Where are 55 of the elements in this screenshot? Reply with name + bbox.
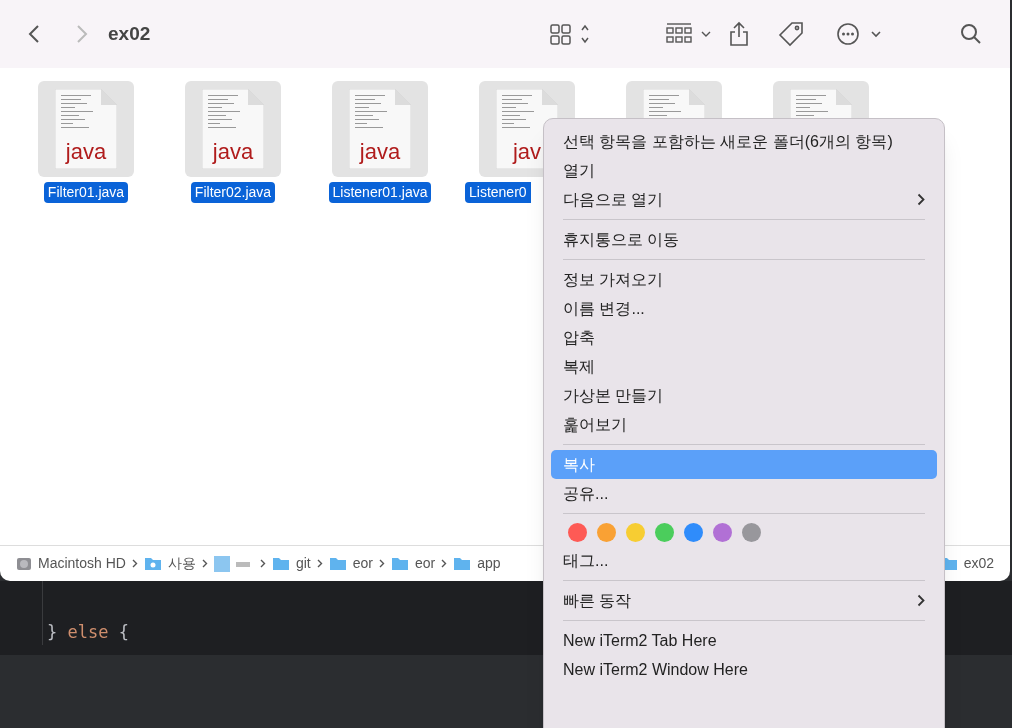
menu-item[interactable]: 훑어보기 — [551, 410, 937, 439]
file-name[interactable]: Filter02.java — [190, 182, 276, 203]
path-item[interactable]: 사용 — [143, 553, 196, 574]
chevron-right-icon — [378, 559, 385, 568]
file-type-label: java — [64, 141, 108, 163]
folder-icon — [328, 556, 347, 571]
home-folder-icon — [143, 556, 162, 571]
menu-item[interactable]: 태그... — [551, 546, 937, 575]
file-thumbnail[interactable] — [773, 81, 869, 118]
menu-item[interactable]: 빠른 동작 — [551, 586, 937, 615]
chevron-right-icon — [131, 559, 138, 568]
file-type-label: java — [358, 141, 402, 163]
document-icon — [202, 89, 264, 169]
path-item[interactable]: eor — [328, 553, 373, 574]
menu-item[interactable]: 압축 — [551, 323, 937, 352]
menu-item[interactable]: 이름 변경... — [551, 294, 937, 323]
document-icon — [55, 89, 117, 169]
menu-item[interactable]: New iTerm2 Window Here — [551, 655, 937, 684]
menu-item[interactable]: 정보 가져오기 — [551, 265, 937, 294]
more-icon[interactable] — [836, 22, 882, 46]
back-icon[interactable] — [28, 24, 40, 44]
menu-item[interactable]: New iTerm2 Tab Here — [551, 626, 937, 655]
chevron-right-icon — [316, 559, 323, 568]
file-name[interactable]: Filter01.java — [43, 182, 129, 203]
folder-icon — [453, 556, 472, 571]
chevron-right-icon — [259, 559, 266, 568]
folder-icon — [390, 556, 409, 571]
file-thumbnail[interactable]: java — [38, 81, 134, 177]
search-icon[interactable] — [960, 23, 982, 45]
file-thumbnail[interactable] — [626, 81, 722, 118]
file-name[interactable]: Listener01.java — [328, 182, 432, 203]
file-type-label: jav — [511, 141, 543, 163]
path-item[interactable]: Macintosh HD — [16, 553, 126, 574]
menu-item[interactable]: 다음으로 열기 — [551, 185, 937, 214]
menu-item[interactable]: 복제 — [551, 352, 937, 381]
path-item[interactable]: eor — [390, 553, 436, 574]
file-name[interactable]: Listener0 — [465, 182, 531, 203]
chevron-right-icon — [201, 559, 208, 568]
file-thumbnail[interactable]: java — [185, 81, 281, 177]
code-line: } else { — [47, 620, 129, 644]
folder-icon — [271, 556, 290, 571]
forward-icon[interactable] — [76, 24, 88, 44]
menu-item[interactable]: 휴지통으로 이동 — [551, 225, 937, 254]
file-thumbnail[interactable]: java — [332, 81, 428, 177]
chevron-right-icon — [441, 559, 448, 568]
window-title: ex02 — [108, 21, 151, 46]
file-type-label: java — [211, 141, 255, 163]
menu-item[interactable]: 공유... — [551, 479, 937, 508]
tag-icon[interactable] — [778, 21, 804, 47]
menu-item[interactable]: 가상본 만들기 — [551, 381, 937, 410]
document-icon — [349, 89, 411, 169]
path-item[interactable]: git — [271, 553, 311, 574]
icon-view-icon[interactable] — [550, 23, 590, 45]
share-icon[interactable] — [728, 21, 750, 47]
path-item[interactable]: app — [453, 553, 501, 574]
